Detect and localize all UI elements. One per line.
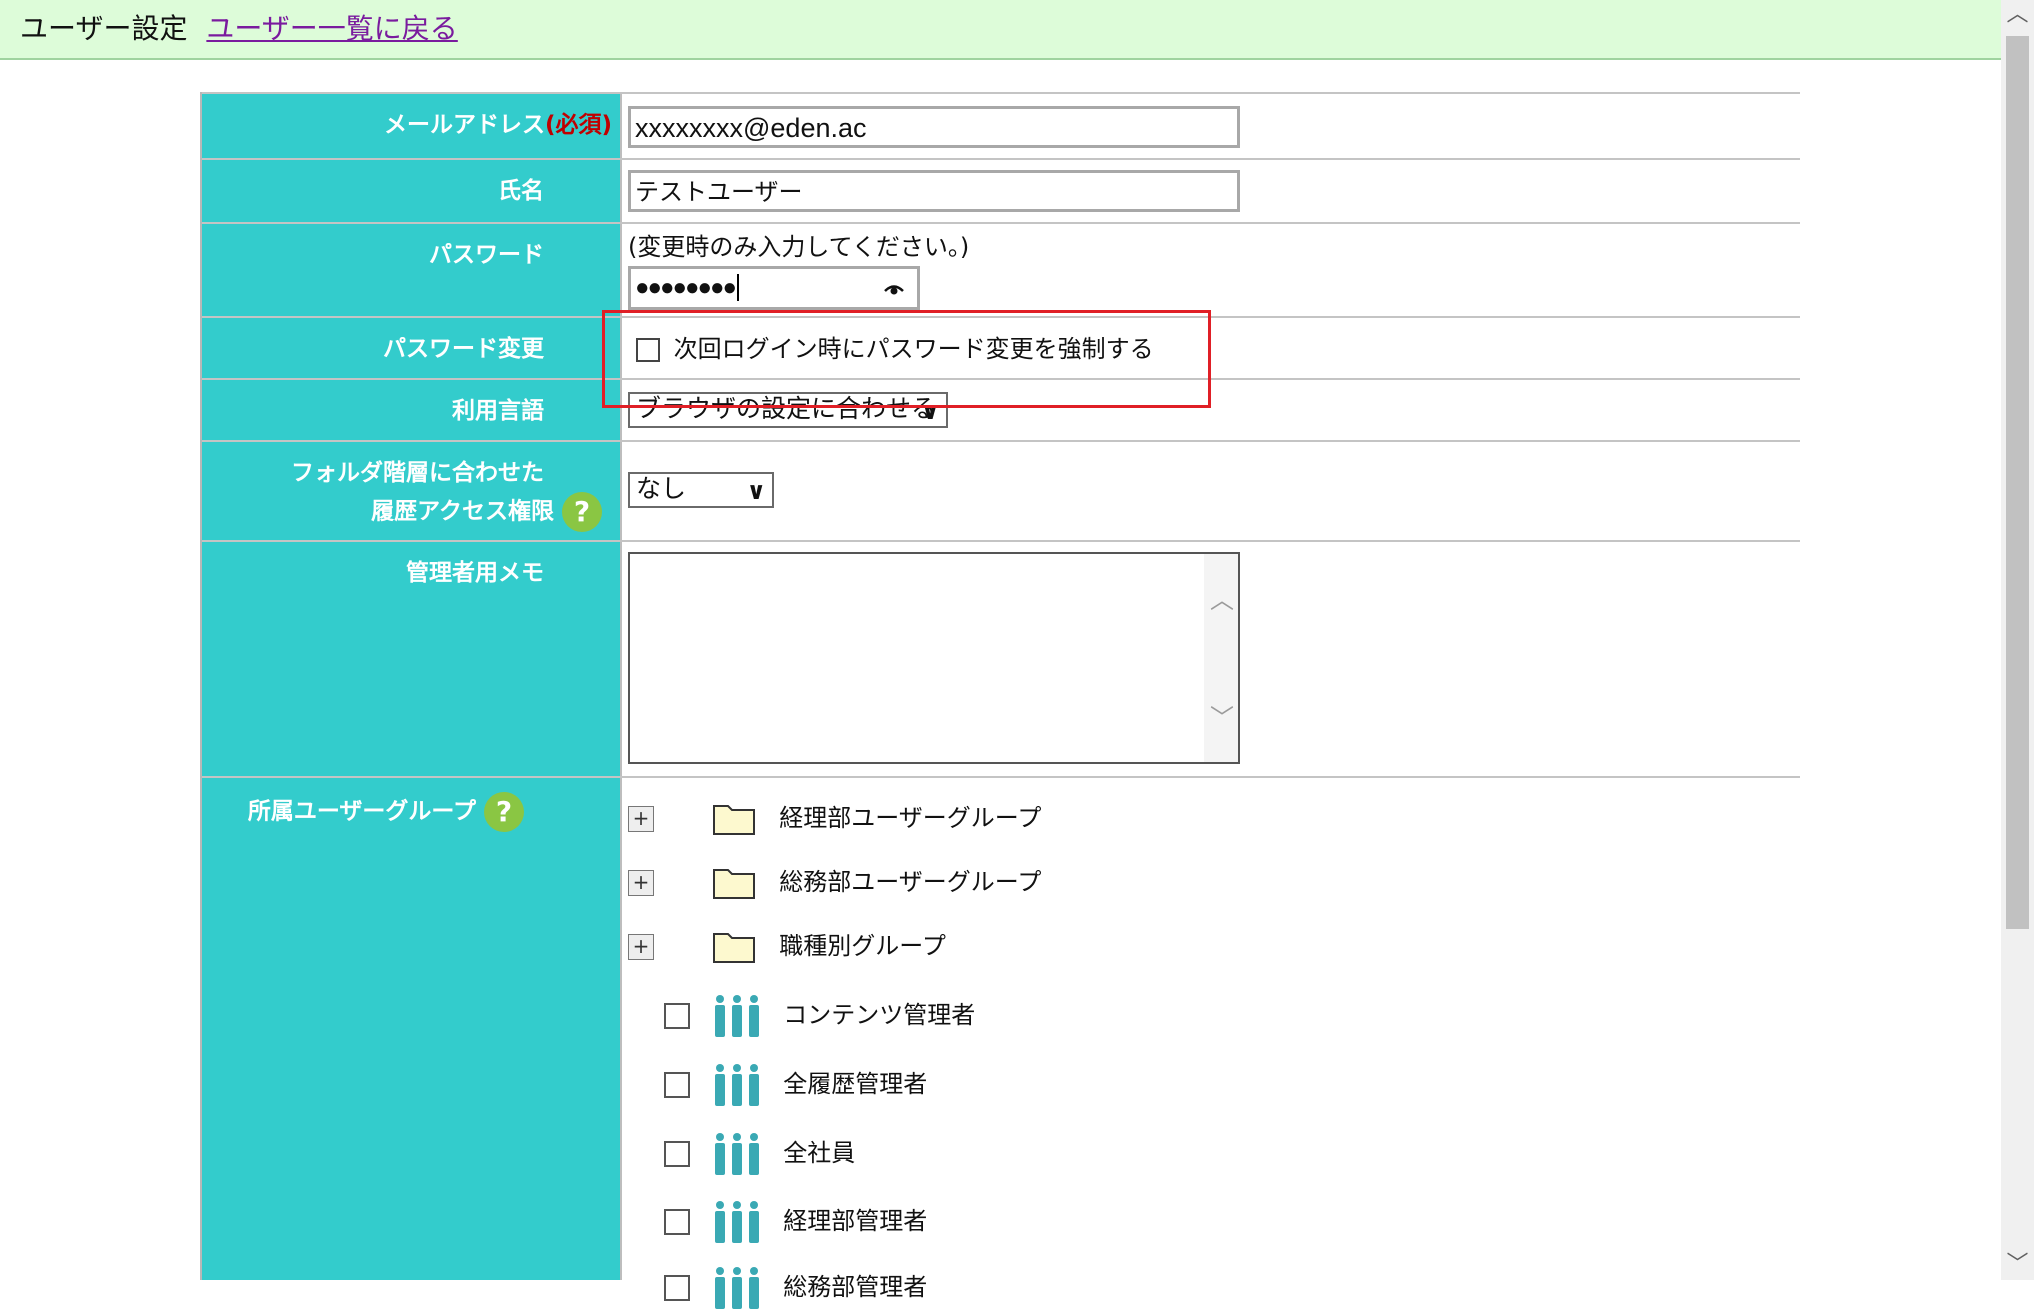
scrollbar-thumb[interactable] xyxy=(2006,36,2029,929)
email-field[interactable]: xxxxxxxx@eden.ac xyxy=(628,106,1240,148)
scroll-up-icon[interactable]: ︿ xyxy=(2001,0,2034,30)
name-row: 氏名 テストユーザー xyxy=(202,158,1800,222)
history-access-row: フォルダ階層に合わせた 履歴アクセス権限? なし ∨ xyxy=(202,440,1800,540)
user-groups-label: 所属ユーザーグループ? xyxy=(202,778,622,1280)
admin-memo-textarea[interactable]: ︿ ﹀ xyxy=(628,552,1240,764)
expand-icon[interactable]: + xyxy=(628,870,654,896)
eye-icon[interactable] xyxy=(884,282,904,296)
group-row: 全社員 xyxy=(664,1128,855,1178)
required-mark: (必須) xyxy=(544,112,612,138)
folder-icon xyxy=(712,933,755,963)
group-row: コンテンツ管理者 xyxy=(664,990,975,1040)
user-group-tree: + 経理部ユーザーグループ + 総務部ユーザーグループ + 職種別グループ コン… xyxy=(622,778,1800,1309)
user-group-icon xyxy=(714,1133,759,1175)
email-row: メールアドレス(必須) xxxxxxxx@eden.ac xyxy=(202,92,1800,158)
scroll-down-icon[interactable]: ﹀ xyxy=(2001,1250,2034,1280)
group-checkbox[interactable] xyxy=(664,1141,690,1167)
password-hint: (変更時のみ入力してください。) xyxy=(628,233,970,261)
password-change-label: パスワード変更 xyxy=(202,318,622,378)
group-checkbox[interactable] xyxy=(664,1209,690,1235)
user-group-icon xyxy=(714,1267,759,1309)
user-group-icon xyxy=(714,1064,759,1106)
name-label: 氏名 xyxy=(202,160,622,222)
user-group-icon xyxy=(714,1201,759,1243)
user-groups-row: 所属ユーザーグループ? + 経理部ユーザーグループ + 総務部ユーザーグループ … xyxy=(202,776,1800,1309)
text-caret xyxy=(736,274,739,301)
admin-memo-row: 管理者用メモ ︿ ﹀ xyxy=(202,540,1800,776)
user-group-icon xyxy=(714,995,759,1037)
password-label: パスワード xyxy=(202,224,622,316)
scroll-down-icon[interactable]: ﹀ xyxy=(1210,698,1234,733)
expand-icon[interactable]: + xyxy=(628,934,654,960)
language-label: 利用言語 xyxy=(202,380,622,440)
page-title: ユーザー設定 xyxy=(20,12,188,45)
email-label: メールアドレス(必須) xyxy=(202,94,622,158)
help-icon[interactable]: ? xyxy=(484,792,524,832)
vertical-scrollbar[interactable]: ︿ ﹀ xyxy=(2001,0,2034,1280)
folder-icon xyxy=(712,869,755,899)
chevron-down-icon: ∨ xyxy=(746,477,767,505)
group-checkbox[interactable] xyxy=(664,1275,690,1301)
history-access-label: フォルダ階層に合わせた 履歴アクセス権限? xyxy=(202,442,622,540)
help-icon[interactable]: ? xyxy=(562,492,602,532)
admin-memo-label: 管理者用メモ xyxy=(202,542,622,776)
name-field[interactable]: テストユーザー xyxy=(628,170,1240,212)
group-row: 総務部管理者 xyxy=(664,1262,927,1312)
folder-row[interactable]: + 経理部ユーザーグループ xyxy=(628,798,1041,838)
group-row: 経理部管理者 xyxy=(664,1196,927,1246)
folder-row[interactable]: + 職種別グループ xyxy=(628,926,946,966)
password-highlight-box xyxy=(602,310,1211,408)
expand-icon[interactable]: + xyxy=(628,806,654,832)
back-to-user-list-link[interactable]: ユーザー一覧に戻る xyxy=(206,12,457,45)
page-header: ユーザー設定 ユーザー一覧に戻る xyxy=(0,0,2001,60)
password-field[interactable]: ●●●●●●●● xyxy=(628,266,920,310)
history-access-select[interactable]: なし ∨ xyxy=(628,472,774,508)
group-checkbox[interactable] xyxy=(664,1072,690,1098)
folder-row[interactable]: + 総務部ユーザーグループ xyxy=(628,862,1041,902)
group-row: 全履歴管理者 xyxy=(664,1059,927,1109)
folder-icon xyxy=(712,805,755,835)
scroll-up-icon[interactable]: ︿ xyxy=(1210,580,1234,615)
user-settings-form: メールアドレス(必須) xxxxxxxx@eden.ac 氏名 テストユーザー … xyxy=(200,92,1800,1309)
textarea-scrollbar[interactable]: ︿ ﹀ xyxy=(1204,554,1238,762)
password-row: パスワード (変更時のみ入力してください。) ●●●●●●●● xyxy=(202,222,1800,316)
group-checkbox[interactable] xyxy=(664,1003,690,1029)
